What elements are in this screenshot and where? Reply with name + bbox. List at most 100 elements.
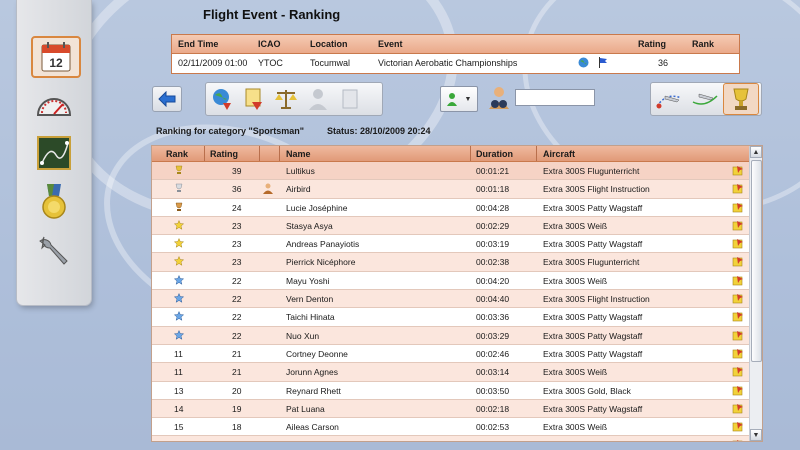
col-rating[interactable]: Rating (210, 149, 238, 159)
row-rank: 15 (174, 422, 184, 433)
event-info-row[interactable]: 02/11/2009 01:00 YTOC Tocumwal Victorian… (172, 54, 739, 73)
table-row[interactable]: 15 18 Jessika Margaretha 00:03:50 Extra 300S… (152, 436, 749, 441)
row-name: Pat Luana (286, 403, 325, 414)
row-name: Cortney Deonne (286, 348, 348, 359)
table-row[interactable]: 22 Vern Denton 00:04:40 Extra 300S Flight I… (152, 290, 749, 309)
event-col-location: Location (310, 39, 348, 49)
col-aircraft[interactable]: Aircraft (543, 149, 575, 159)
flight-record-icon[interactable] (732, 439, 744, 441)
ranking-category-label: Ranking for category "Sportsman" (156, 126, 305, 136)
star-blue-icon (173, 274, 185, 287)
flight-record-icon[interactable] (732, 183, 744, 196)
table-row[interactable]: 23 Andreas Panayiotis 00:03:19 Extra 300S P… (152, 235, 749, 254)
table-row[interactable]: 36 Airbird 00:01:18 Extra 300S Flight Instr… (152, 180, 749, 199)
sidebar-gauge-button[interactable] (31, 86, 77, 124)
flight-record-icon[interactable] (732, 421, 744, 434)
row-aircraft: Extra 300S Patty Wagstaff (543, 348, 643, 359)
flight-record-icon[interactable] (732, 202, 744, 215)
star-yellow-icon (173, 256, 185, 268)
pilot-profile-button[interactable] (302, 84, 334, 114)
view-route-button[interactable] (651, 84, 687, 114)
import-pilot-button[interactable] (206, 84, 238, 114)
col-name[interactable]: Name (286, 149, 311, 159)
table-row[interactable]: 22 Mayu Yoshi 00:04:20 Extra 300S Weiß (152, 272, 749, 291)
flight-record-icon[interactable] (732, 238, 744, 251)
row-duration: 00:03:19 (476, 239, 510, 250)
sidebar-medal-button[interactable] (31, 182, 77, 220)
flight-record-icon[interactable] (732, 330, 744, 343)
document-download-icon (245, 88, 262, 110)
flight-record-icon[interactable] (732, 366, 744, 379)
view-ranking-button[interactable] (723, 83, 759, 115)
table-row[interactable]: 11 21 Cortney Deonne 00:02:46 Extra 300S Pat… (152, 345, 749, 364)
flight-record-icon[interactable] (732, 165, 744, 178)
row-rating: 18 (232, 422, 242, 433)
flight-record-icon[interactable] (732, 275, 744, 288)
table-scrollbar[interactable]: ▲ ▼ (749, 146, 762, 441)
pilot-toolbar (205, 82, 383, 116)
view-track-button[interactable] (687, 84, 723, 114)
table-row[interactable]: 39 Lultikus 00:01:21 Extra 300S Flugunterri… (152, 162, 749, 181)
row-rating: 19 (232, 403, 242, 414)
back-button[interactable] (152, 86, 182, 112)
trophy-silver-icon (174, 183, 184, 195)
row-rating: 36 (232, 184, 242, 195)
col-rank[interactable]: Rank (166, 149, 188, 159)
pilot-filter-dropdown[interactable]: ▼ (440, 86, 478, 112)
pilot-search-button[interactable] (485, 82, 513, 114)
sidebar-settings-button[interactable] (31, 232, 77, 270)
row-rating: 23 (232, 239, 242, 250)
flight-record-icon[interactable] (732, 385, 744, 398)
table-row[interactable]: 13 20 Reynard Rhett 00:03:50 Extra 300S Gold… (152, 382, 749, 400)
row-name: Jessika Margaretha (286, 440, 360, 441)
table-row[interactable]: 11 21 Jorunn Agnes 00:03:14 Extra 300S Weiß (152, 363, 749, 382)
flight-record-icon[interactable] (732, 220, 744, 233)
table-row[interactable]: 22 Nuo Xun 00:03:29 Extra 300S Patty Wagsta… (152, 326, 749, 345)
row-duration: 00:03:29 (476, 330, 510, 341)
flag-icon[interactable] (598, 57, 608, 70)
row-aircraft: Extra 300S Flugunterricht (543, 166, 640, 176)
sidebar-calendar-button[interactable]: 12 (31, 36, 81, 78)
event-info-header: End Time ICAO Location Event Rating Rank (172, 35, 739, 54)
row-aircraft: Extra 300S Weiß (543, 367, 608, 378)
row-aircraft: Extra 300S Gold, schwarz (543, 440, 641, 441)
medal-icon (42, 184, 66, 219)
star-blue-icon (173, 311, 185, 323)
scroll-down-button[interactable]: ▼ (750, 429, 762, 441)
sidebar-flight-path-button[interactable] (31, 134, 77, 172)
compare-button[interactable] (270, 84, 302, 114)
table-row[interactable]: 14 19 Pat Luana 00:02:18 Extra 300S Patty Wa… (152, 399, 749, 419)
table-row[interactable]: 23 Pierrick Nicéphore 00:02:38 Extra 300S F… (152, 253, 749, 272)
chevron-down-icon: ▼ (464, 95, 472, 103)
event-col-rank: Rank (692, 39, 715, 49)
row-aircraft: Extra 300S Weiß (543, 422, 608, 433)
remove-pilot-button[interactable] (334, 84, 366, 114)
plane-track-icon (692, 93, 718, 105)
scroll-up-button[interactable]: ▲ (750, 146, 762, 158)
row-rating: 22 (232, 294, 242, 305)
col-duration[interactable]: Duration (476, 149, 513, 159)
row-duration: 00:02:29 (476, 220, 510, 231)
row-name: Lultikus (286, 166, 315, 176)
user-disabled-icon (309, 89, 327, 110)
flight-record-icon[interactable] (732, 256, 744, 269)
row-duration: 00:03:50 (476, 385, 510, 396)
table-row[interactable]: 22 Taichi Hinata 00:03:36 Extra 300S Patty … (152, 308, 749, 327)
search-input[interactable] (515, 89, 595, 106)
table-row[interactable]: 23 Stasya Asya 00:02:29 Extra 300S Weiß (152, 216, 749, 236)
table-row[interactable]: 15 18 Aileas Carson 00:02:53 Extra 300S Weiß (152, 418, 749, 437)
flight-record-icon[interactable] (732, 293, 744, 306)
row-name: Lucie Joséphine (286, 202, 348, 213)
row-aircraft: Extra 300S Gold, Black (543, 385, 631, 396)
flight-record-icon[interactable] (732, 348, 744, 361)
scroll-thumb[interactable] (751, 160, 762, 362)
flight-record-icon[interactable] (732, 403, 744, 416)
export-list-button[interactable] (238, 84, 270, 114)
globe-icon[interactable] (578, 57, 589, 70)
table-row[interactable]: 24 Lucie Joséphine 00:04:28 Extra 300S Patt… (152, 199, 749, 217)
row-rank: 11 (174, 367, 183, 378)
event-info-panel: End Time ICAO Location Event Rating Rank… (171, 34, 740, 74)
flight-record-icon[interactable] (732, 311, 744, 324)
gauge-icon (36, 98, 72, 116)
row-rating: 21 (232, 348, 242, 359)
